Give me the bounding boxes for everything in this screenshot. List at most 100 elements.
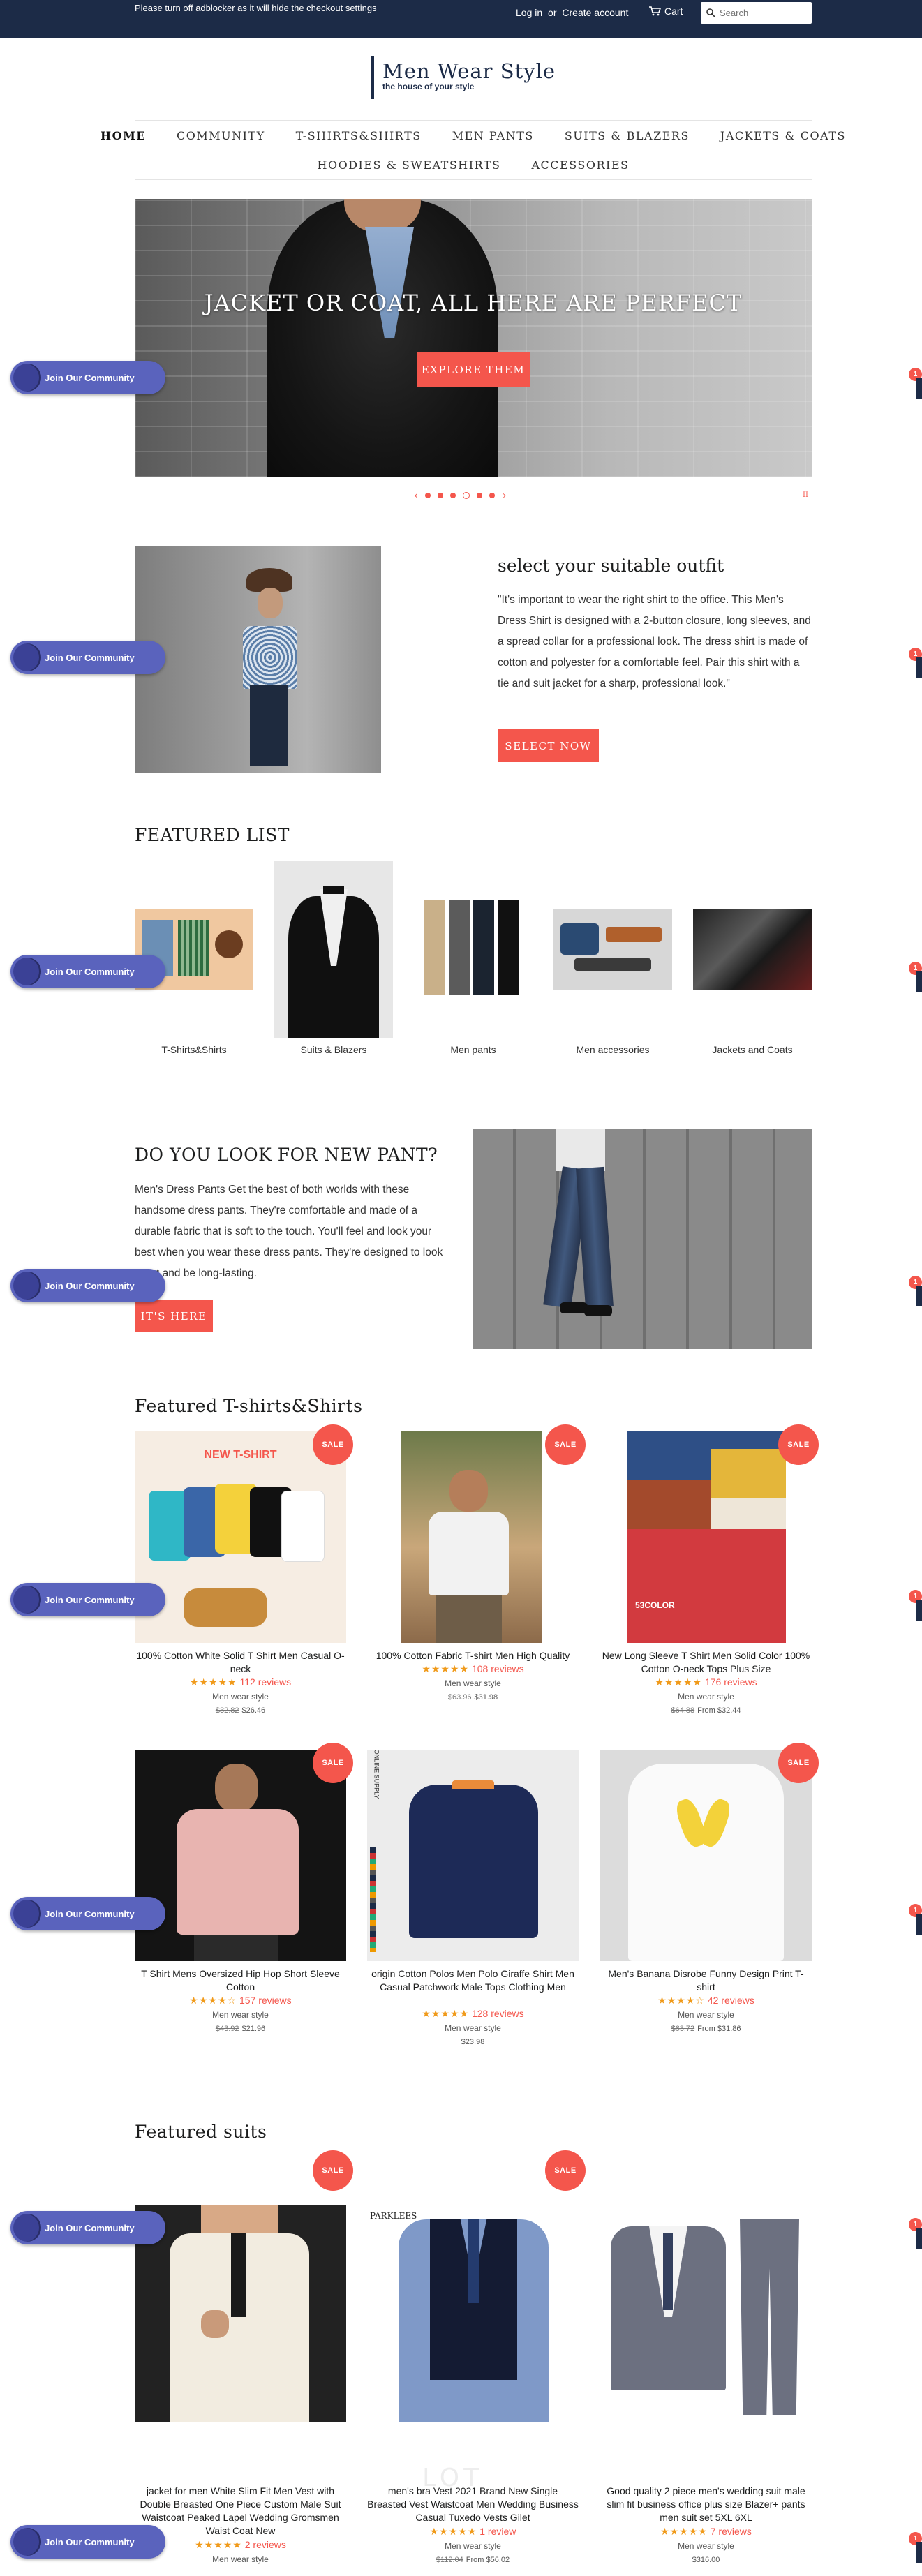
join-community-button[interactable]: Join Our Community (10, 1897, 165, 1930)
side-widget[interactable]: 1 (909, 368, 922, 399)
reviews-count[interactable]: 2 reviews (245, 2539, 286, 2550)
hero-title: JACKET OR COAT, ALL HERE ARE PERFECT (204, 290, 743, 316)
side-widget[interactable]: 1 (909, 1904, 922, 1935)
join-community-button[interactable]: Join Our Community (10, 955, 165, 988)
product-name[interactable]: jacket for men White Slim Fit Men Vest w… (135, 2485, 346, 2538)
slide-prev-arrow[interactable]: ‹ (414, 489, 418, 502)
product-name[interactable]: New Long Sleeve T Shirt Men Solid Color … (600, 1649, 812, 1676)
slide-dot[interactable] (425, 492, 431, 498)
join-community-button[interactable]: Join Our Community (10, 2211, 165, 2244)
product-image (135, 1750, 346, 1961)
reviews-count[interactable]: 128 reviews (472, 2008, 524, 2019)
product-rating: ★★★★★ 128 reviews (367, 2008, 579, 2020)
product-name[interactable]: 100% Cotton White Solid T Shirt Men Casu… (135, 1649, 346, 1676)
login-link[interactable]: Log in (516, 7, 542, 18)
side-widget[interactable]: 1 (909, 2532, 922, 2563)
head-shape (258, 588, 283, 618)
product-price: $43.92 $21.96 (135, 2025, 346, 2033)
side-widget[interactable]: 1 (909, 648, 922, 678)
search-input[interactable] (718, 7, 805, 19)
nav-tshirts-shirts[interactable]: T-SHIRTS&SHIRTS (296, 129, 422, 142)
product-name[interactable]: 100% Cotton Fabric T-shirt Men High Qual… (367, 1649, 579, 1662)
cart-icon (649, 6, 661, 16)
nav-jackets-coats[interactable]: JACKETS & COATS (720, 129, 846, 142)
product-card[interactable]: NEW T-SHIRT 100% Cotton White Solid T Sh… (135, 1431, 346, 1732)
nav-community[interactable]: COMMUNITY (177, 129, 265, 142)
sale-badge: SALE (778, 1743, 819, 1783)
rating-stars: ★★★★★ (660, 2526, 708, 2537)
search-icon[interactable] (706, 8, 715, 17)
product-name[interactable]: origin Cotton Polos Men Polo Giraffe Shi… (367, 1967, 579, 1994)
sale-price: From $56.02 (466, 2556, 510, 2564)
product-rating: ★★★★★ 112 reviews (135, 1676, 346, 1688)
side-tab (916, 378, 922, 399)
nav-men-pants[interactable]: MEN PANTS (452, 129, 534, 142)
side-widget[interactable]: 1 (909, 1276, 922, 1306)
product-vendor: Men wear style (212, 2554, 269, 2564)
nav-suits-blazers[interactable]: SUITS & BLAZERS (565, 129, 690, 142)
product-name[interactable]: Men's Banana Disrobe Funny Design Print … (600, 1967, 812, 1994)
slide-dot[interactable] (477, 492, 483, 498)
side-widget[interactable]: 1 (909, 2218, 922, 2249)
cart-link[interactable]: Cart (649, 6, 683, 17)
join-community-button[interactable]: Join Our Community (10, 1269, 165, 1302)
join-community-button[interactable]: Join Our Community (10, 641, 165, 674)
slideshow-dots: ‹ › (414, 489, 507, 502)
site-logo[interactable]: Men Wear Style the house of your style (371, 56, 581, 99)
explore-button[interactable]: EXPLORE THEM (417, 352, 530, 387)
product-vendor: Men wear style (445, 1678, 501, 1688)
old-price: $63.96 (447, 1693, 472, 1702)
featured-list-title: FEATURED LIST (135, 825, 290, 845)
product-card[interactable]: ONLINE SUPPLY origin Cotton Polos Men Po… (367, 1750, 579, 2050)
product-vendor: Men wear style (212, 1692, 269, 1702)
product-image: 53COLOR (627, 1431, 786, 1643)
product-card[interactable]: 100% Cotton Fabric T-shirt Men High Qual… (367, 1431, 579, 1732)
product-rating: ★★★★☆ 42 reviews (600, 1995, 812, 2007)
slide-dot-active[interactable] (463, 491, 470, 499)
slide-next-arrow[interactable]: › (502, 489, 506, 502)
nav-home[interactable]: HOME (101, 129, 146, 142)
reviews-count[interactable]: 1 review (479, 2526, 516, 2537)
product-card[interactable]: PARKLEES men's bra Vest 2021 Brand New S… (367, 2205, 579, 2575)
sale-price: $26.46 (241, 1706, 266, 1715)
reviews-count[interactable]: 42 reviews (708, 1995, 754, 2006)
side-widget[interactable]: 1 (909, 1590, 922, 1621)
product-name[interactable]: T Shirt Mens Oversized Hip Hop Short Sle… (135, 1967, 346, 1994)
nav-hoodies-sweatshirts[interactable]: HOODIES & SWEATSHIRTS (318, 158, 501, 172)
reviews-count[interactable]: 157 reviews (239, 1995, 292, 2006)
its-here-button[interactable]: IT'S HERE (135, 1300, 213, 1332)
slide-dot[interactable] (489, 492, 496, 498)
product-card[interactable]: 53COLOR New Long Sleeve T Shirt Men Soli… (600, 1431, 812, 1732)
side-tab (916, 2542, 922, 2563)
product-image: PARKLEES (367, 2205, 579, 2422)
nav-accessories[interactable]: ACCESSORIES (531, 158, 629, 172)
side-tab (916, 1286, 922, 1306)
side-widget[interactable]: 1 (909, 962, 922, 992)
reviews-count[interactable]: 112 reviews (239, 1676, 291, 1688)
product-vendor: Men wear style (212, 2010, 269, 2020)
category-image (553, 909, 672, 990)
select-now-button[interactable]: SELECT NOW (498, 729, 599, 762)
slide-dot[interactable] (450, 492, 456, 498)
join-community-button[interactable]: Join Our Community (10, 361, 165, 394)
product-card[interactable]: T Shirt Mens Oversized Hip Hop Short Sle… (135, 1750, 346, 2050)
product-card[interactable]: Men's Banana Disrobe Funny Design Print … (600, 1750, 812, 2050)
product-name[interactable]: Good quality 2 piece men's wedding suit … (600, 2485, 812, 2524)
reviews-count[interactable]: 7 reviews (711, 2526, 752, 2537)
sale-price: $316.00 (692, 2556, 720, 2564)
product-card[interactable]: Good quality 2 piece men's wedding suit … (600, 2205, 812, 2575)
product-price: $112.04 From $56.02 (367, 2556, 579, 2564)
slide-pause-icon[interactable]: II (803, 491, 808, 499)
join-community-button[interactable]: Join Our Community (10, 1583, 165, 1616)
slide-dot[interactable] (438, 492, 444, 498)
adblock-notice: Please turn off adblocker as it will hid… (135, 3, 377, 13)
create-account-link[interactable]: Create account (562, 7, 628, 18)
reviews-count[interactable]: 176 reviews (705, 1676, 757, 1688)
search-box (701, 2, 812, 24)
join-community-button[interactable]: Join Our Community (10, 2525, 165, 2559)
product-image (600, 1750, 812, 1961)
reviews-count[interactable]: 108 reviews (472, 1663, 524, 1674)
side-tab (916, 971, 922, 992)
product-price: $63.72 From $31.86 (600, 2025, 812, 2033)
product-card[interactable]: jacket for men White Slim Fit Men Vest w… (135, 2205, 346, 2575)
